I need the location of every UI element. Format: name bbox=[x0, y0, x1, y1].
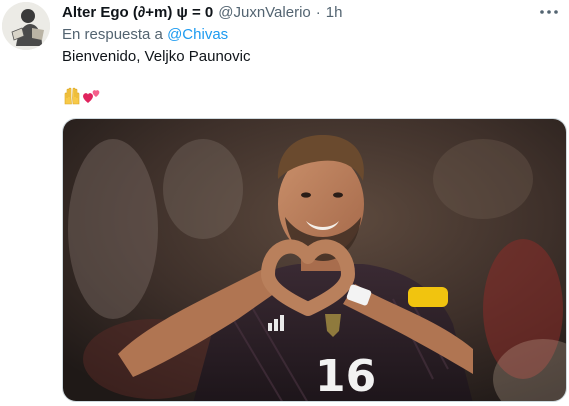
separator-dot: · bbox=[315, 4, 321, 21]
tweet-text: Bienvenido, Veljko Paunovic bbox=[62, 48, 251, 65]
more-horizontal-icon bbox=[540, 10, 558, 14]
emoji-line bbox=[62, 86, 102, 106]
raising-hands-icon bbox=[64, 87, 80, 105]
timestamp[interactable]: 1h bbox=[326, 4, 343, 22]
avatar[interactable] bbox=[2, 2, 50, 50]
reply-context: En respuesta a @Chivas bbox=[62, 26, 228, 44]
tweet-header: Alter Ego (∂+m) ψ = 0 @JuxnValerio · 1h bbox=[62, 4, 525, 22]
reply-mention-link[interactable]: @Chivas bbox=[167, 26, 228, 43]
more-button[interactable] bbox=[535, 1, 563, 23]
display-name[interactable]: Alter Ego (∂+m) ψ = 0 bbox=[62, 4, 213, 22]
reply-prefix: En respuesta a bbox=[62, 26, 163, 43]
two-hearts-icon bbox=[83, 90, 100, 103]
jersey-number: 16 bbox=[315, 351, 376, 402]
user-handle[interactable]: @JuxnValerio bbox=[218, 4, 311, 22]
tweet-media-image[interactable]: 16 bbox=[62, 118, 567, 402]
tweet-card[interactable]: Alter Ego (∂+m) ψ = 0 @JuxnValerio · 1h … bbox=[0, 0, 569, 406]
